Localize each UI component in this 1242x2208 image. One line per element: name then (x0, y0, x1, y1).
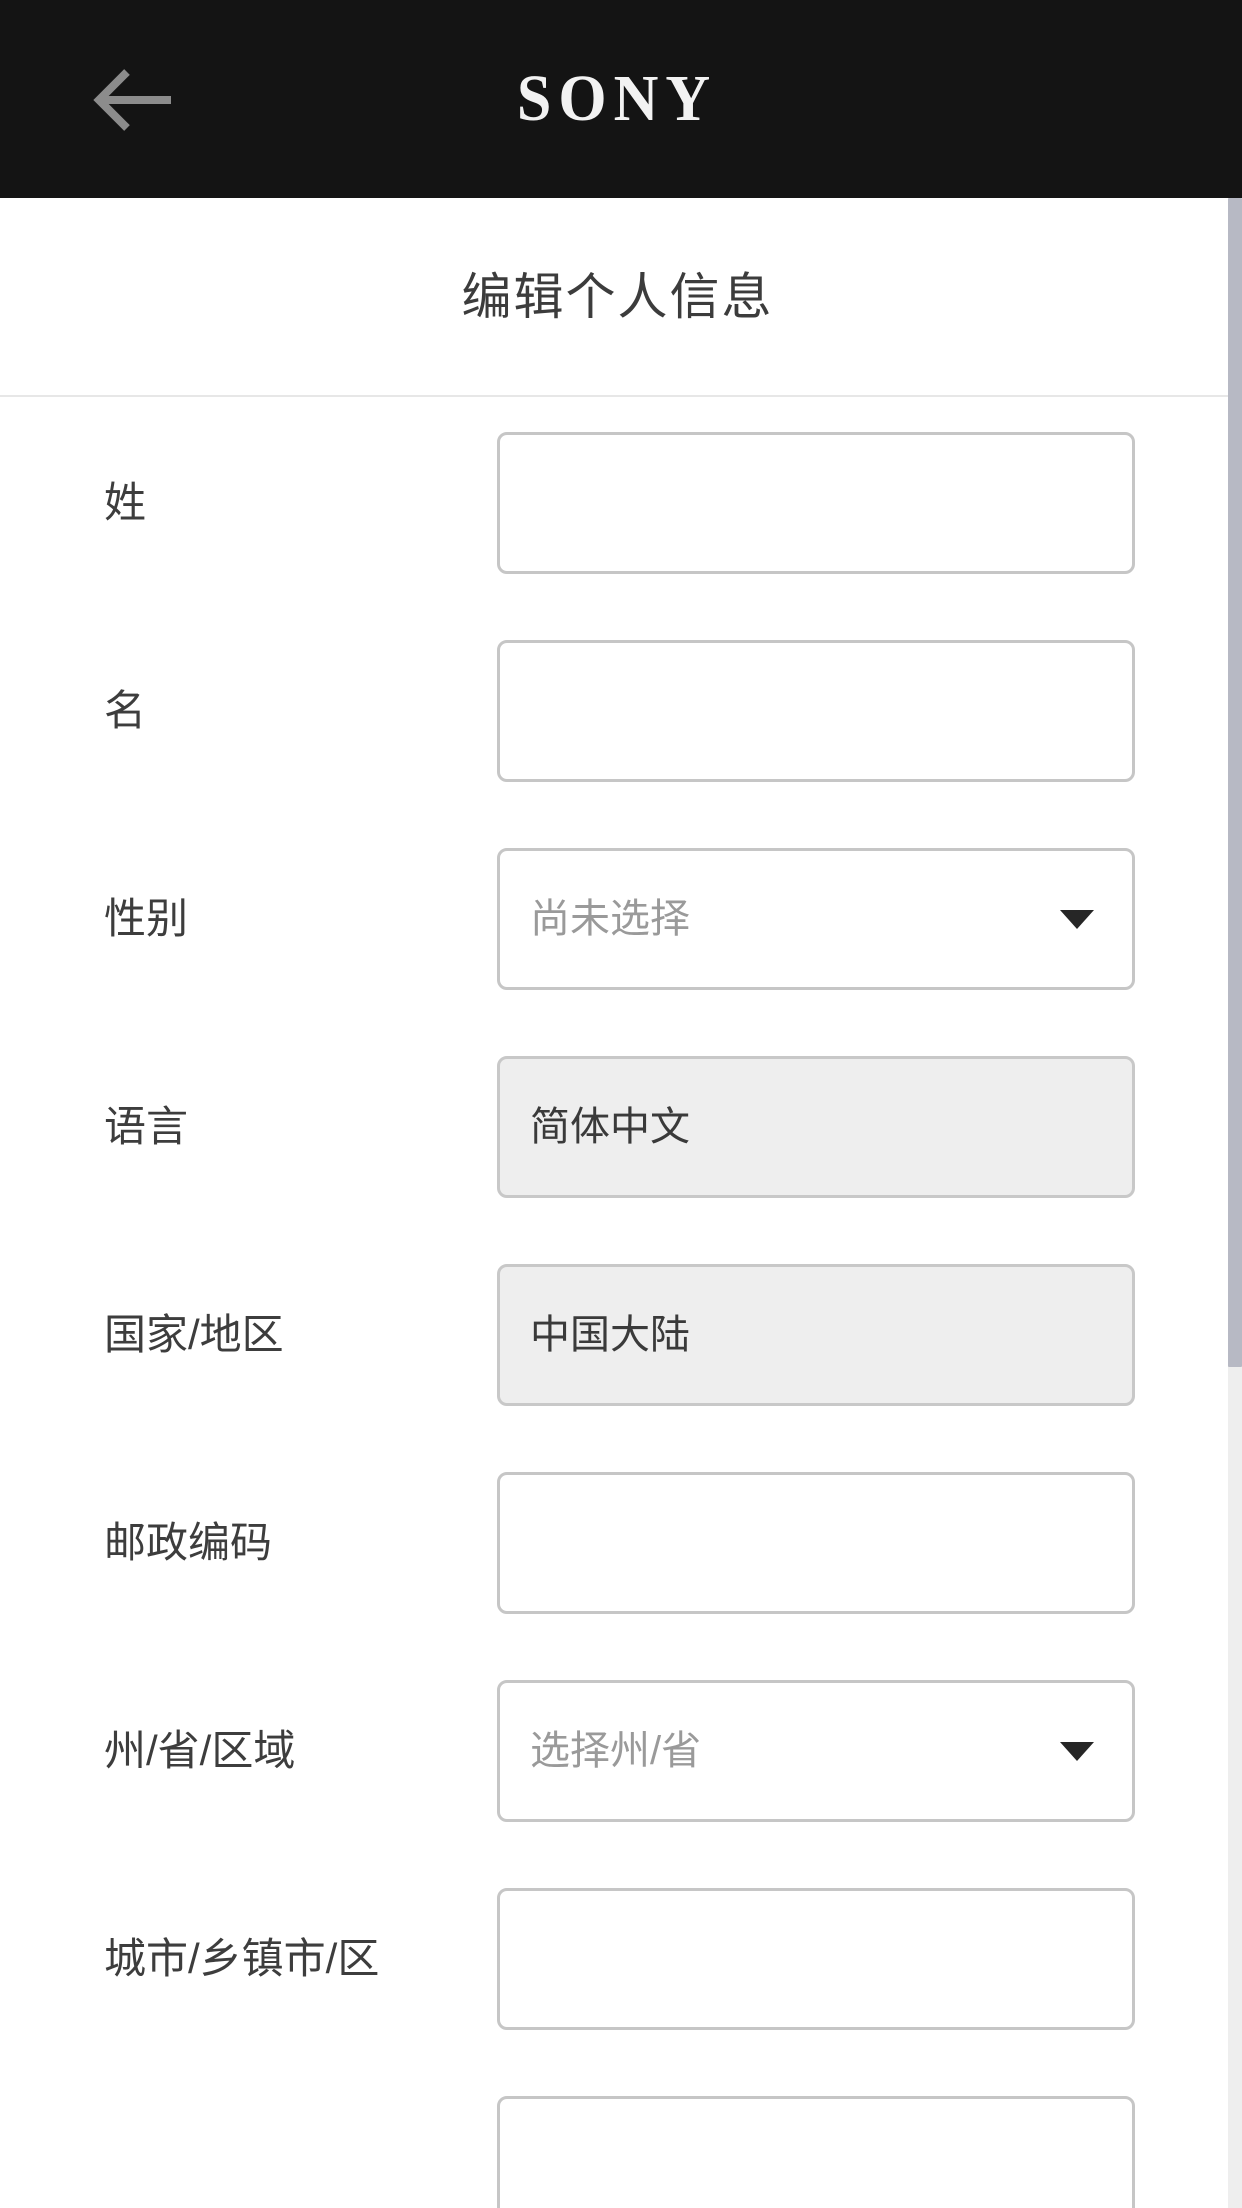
first-name-input[interactable] (530, 643, 1102, 779)
profile-form: 姓 名 性别 尚未选择 语言 简体中文 国家/地区 中国大陆 邮政编码 州/省/… (0, 399, 1235, 2208)
screen-root: SONY 编辑个人信息 姓 名 性别 尚未选择 语言 简体中文 国家/地区 中国… (0, 0, 1242, 2208)
field-control-city-town-district[interactable] (497, 1888, 1135, 2030)
form-row-gender: 性别 尚未选择 (0, 815, 1235, 1023)
form-row-state-province-region: 州/省/区域 选择州/省 (0, 1647, 1235, 1855)
next-partial-input[interactable] (530, 2099, 1102, 2208)
back-button[interactable] (72, 52, 192, 148)
form-row-postal-code: 邮政编码 (0, 1439, 1235, 1647)
field-label-city-town-district: 城市/乡镇市/区 (104, 1934, 380, 1982)
form-row-country-region: 国家/地区 中国大陆 (0, 1231, 1235, 1439)
app-bar: SONY (0, 0, 1242, 198)
field-label-first-name: 名 (104, 686, 147, 734)
sony-wordmark: SONY (516, 62, 718, 136)
city-town-district-input[interactable] (530, 1891, 1102, 2027)
language-field: 简体中文 (497, 1056, 1135, 1198)
field-label-postal-code: 邮政编码 (104, 1518, 273, 1566)
state-province-select-value: 选择州/省 (530, 1729, 702, 1773)
field-control-first-name[interactable] (497, 640, 1135, 782)
form-row-language: 语言 简体中文 (0, 1023, 1235, 1231)
chevron-down-icon (1060, 1741, 1094, 1761)
field-label-state-province-region: 州/省/区域 (104, 1726, 296, 1774)
field-label-last-name: 姓 (104, 478, 147, 526)
language-value: 简体中文 (530, 1105, 690, 1149)
form-row-first-name: 名 (0, 607, 1235, 815)
field-label-country-region: 国家/地区 (104, 1310, 284, 1358)
state-province-select[interactable]: 选择州/省 (497, 1680, 1135, 1822)
field-label-gender: 性别 (104, 894, 189, 942)
gender-select[interactable]: 尚未选择 (497, 848, 1135, 990)
page-title-container: 编辑个人信息 (0, 198, 1235, 397)
arrow-left-icon (89, 68, 175, 132)
scrollbar-thumb[interactable] (1228, 198, 1242, 1367)
gender-select-value: 尚未选择 (530, 897, 690, 941)
field-control-postal-code[interactable] (497, 1472, 1135, 1614)
postal-code-input[interactable] (530, 1475, 1102, 1611)
form-row-last-name: 姓 (0, 399, 1235, 607)
field-control-next-partial[interactable] (497, 2096, 1135, 2208)
page-title: 编辑个人信息 (461, 268, 774, 325)
field-label-language: 语言 (104, 1102, 189, 1150)
field-control-last-name[interactable] (497, 432, 1135, 574)
last-name-input[interactable] (530, 435, 1102, 571)
form-row-next-partial (0, 2063, 1235, 2208)
chevron-down-icon (1060, 909, 1094, 929)
country-region-value: 中国大陆 (530, 1313, 690, 1357)
country-region-field: 中国大陆 (497, 1264, 1135, 1406)
form-row-city-town-district: 城市/乡镇市/区 (0, 1855, 1235, 2063)
